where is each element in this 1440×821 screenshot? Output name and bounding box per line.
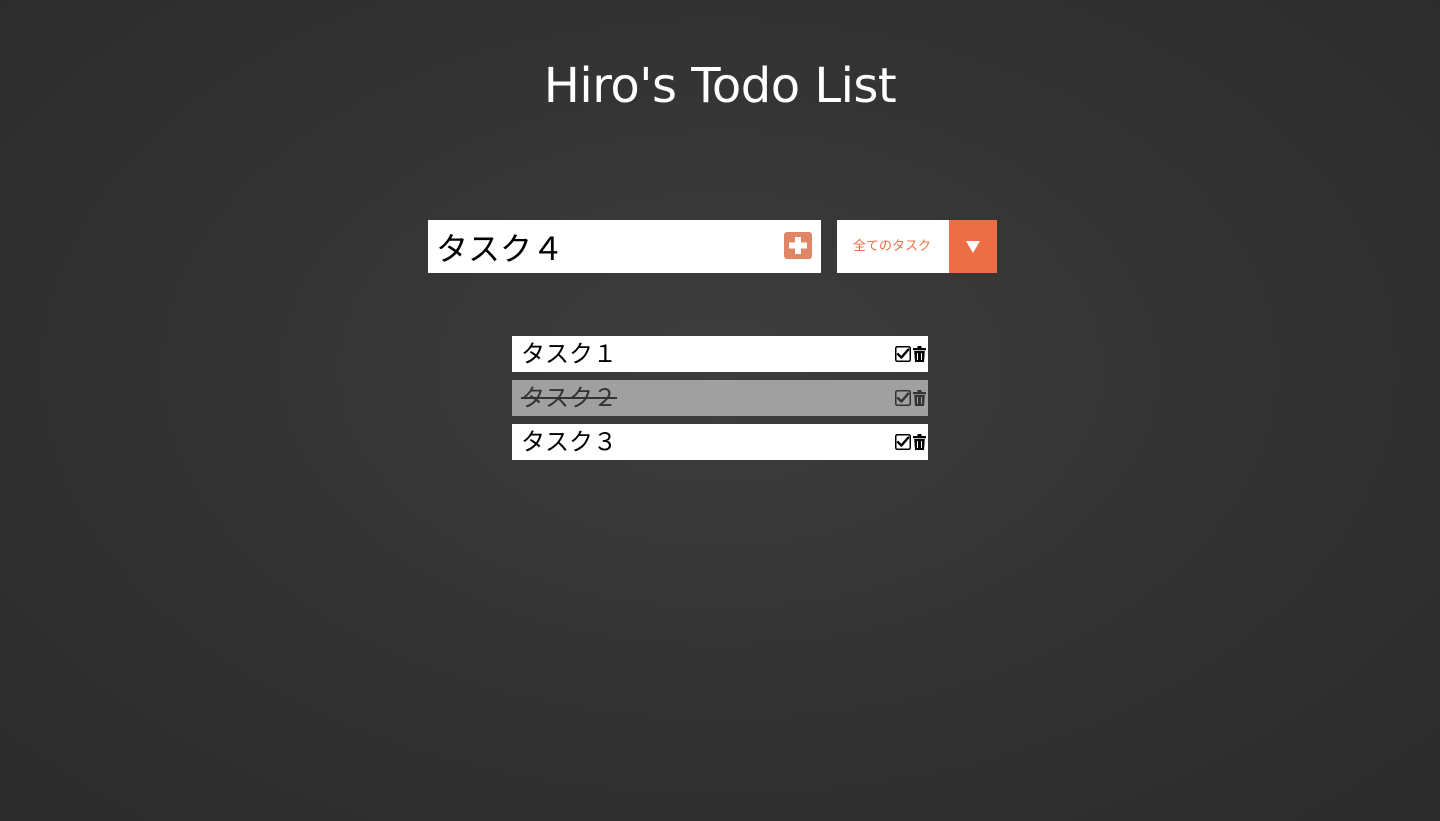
- todo-item: タスク３: [512, 424, 928, 460]
- check-square-icon[interactable]: [895, 434, 911, 450]
- check-square-icon[interactable]: [895, 390, 911, 406]
- add-task-button[interactable]: [784, 232, 812, 259]
- page-title: Hiro's Todo List: [543, 58, 897, 114]
- plus-icon: [789, 237, 807, 254]
- todo-list: タスク１ タスク２ タスク３: [512, 336, 928, 468]
- new-task-form: [428, 220, 821, 273]
- todo-text: タスク３: [521, 428, 617, 456]
- todo-item-completed: タスク２: [512, 380, 928, 416]
- trash-icon[interactable]: [913, 434, 926, 450]
- filter-selected-label: 全てのタスク: [853, 239, 932, 254]
- trash-icon[interactable]: [913, 346, 926, 362]
- todo-item: タスク１: [512, 336, 928, 372]
- todo-text: タスク１: [521, 340, 617, 368]
- filter-dropdown-toggle[interactable]: [949, 220, 997, 273]
- check-square-icon[interactable]: [895, 346, 911, 362]
- filter-dropdown[interactable]: 全てのタスク: [837, 220, 997, 273]
- new-task-input[interactable]: [436, 220, 776, 273]
- triangle-down-icon: [966, 241, 980, 253]
- todo-text: タスク２: [521, 384, 617, 412]
- trash-icon[interactable]: [913, 390, 926, 406]
